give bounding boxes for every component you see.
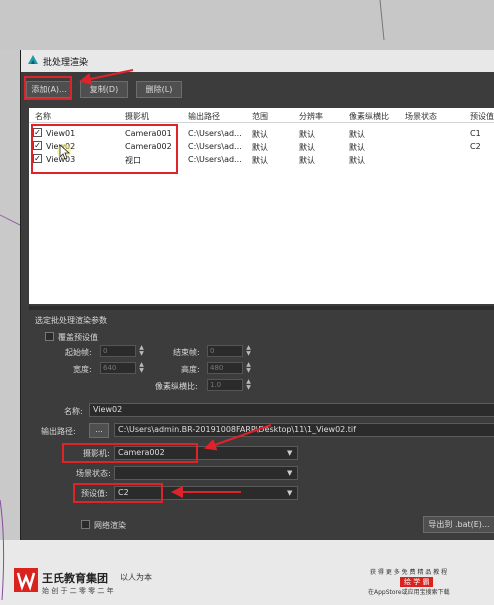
brand-sub: 始 创 于 二 零 零 二 年 [42, 587, 114, 595]
annotation-arrows [79, 69, 272, 498]
arrow-to-add [79, 69, 134, 85]
arrow-to-camera [204, 424, 272, 451]
promo-line-3: 在AppStore或应用宝搜索下载 [368, 589, 450, 596]
wang-education-logo [14, 568, 38, 592]
promo-line-2: 绘 学 霸 [400, 577, 434, 587]
promo-line-1: 获 得 更 多 免 费 精 品 教 程 [370, 569, 448, 576]
brand-slogan: 以人为本 [120, 573, 152, 582]
batch-render-dialog: 批处理渲染 添加(A)... 复制(D) 删除(L) 名称 摄影机 输出路径 范… [20, 50, 494, 540]
brand-name: 王氏教育集团 [42, 572, 108, 585]
